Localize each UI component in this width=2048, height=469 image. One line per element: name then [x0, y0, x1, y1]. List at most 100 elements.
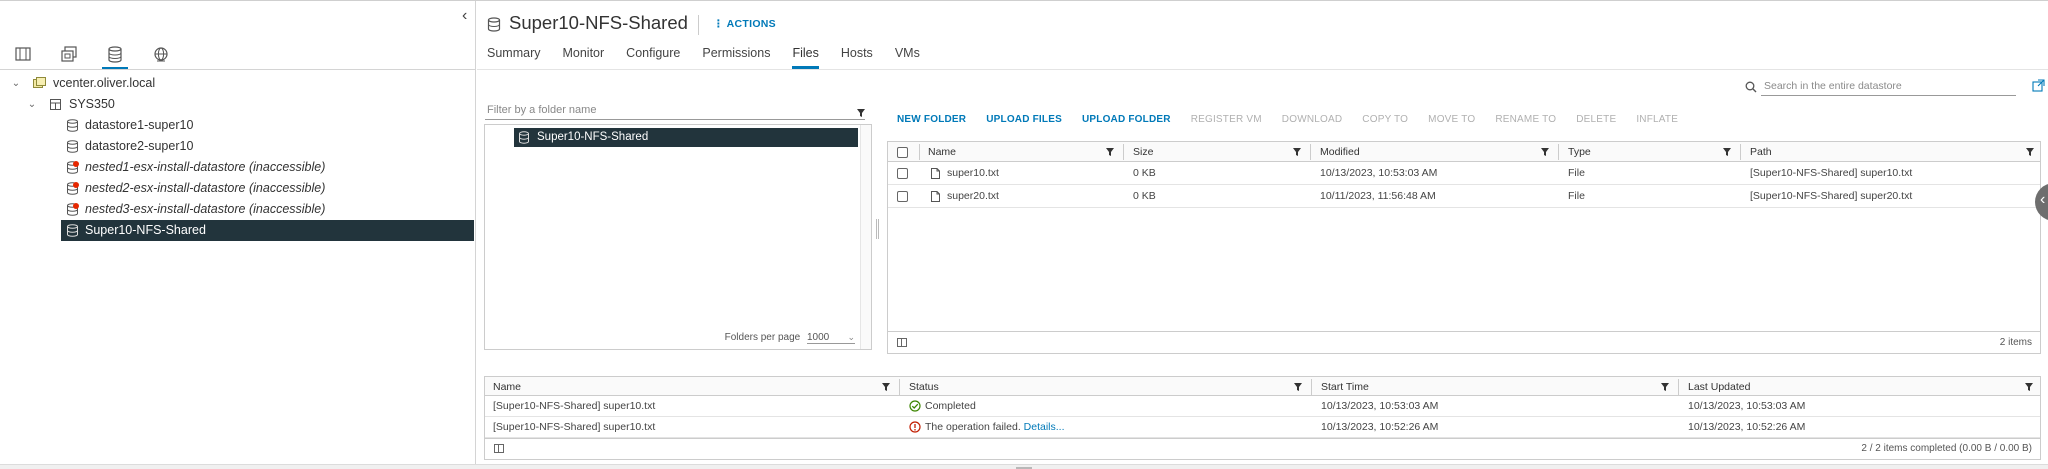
folders-per-page-select[interactable]: 1000: [807, 332, 855, 344]
folder-scrollbar[interactable]: [860, 125, 871, 349]
tree-node-datastore[interactable]: datastore1-super10: [0, 115, 476, 136]
actions-button[interactable]: ⋮ ACTIONS: [713, 18, 776, 30]
column-separator[interactable]: [919, 144, 920, 160]
storage-tab[interactable]: [92, 39, 138, 70]
tab-configure[interactable]: Configure: [626, 45, 680, 69]
column-separator[interactable]: [1311, 379, 1312, 395]
column-header-size[interactable]: Size: [1133, 142, 1153, 161]
tree-node-datastore-inaccessible[interactable]: nested2-esx-install-datastore (inaccessi…: [0, 178, 476, 199]
copy-to-button[interactable]: COPY TO: [1362, 114, 1408, 125]
tab-vms[interactable]: VMs: [895, 45, 920, 69]
chevron-down-icon[interactable]: ⌄: [26, 94, 38, 115]
tree-node-vcenter[interactable]: ⌄ vcenter.oliver.local: [0, 73, 476, 94]
table-row[interactable]: super10.txt 0 KB 10/13/2023, 10:53:03 AM…: [888, 162, 2040, 185]
column-header-type[interactable]: Type: [1568, 142, 1591, 161]
tree-node-datastore-selected[interactable]: Super10-NFS-Shared: [0, 220, 476, 241]
column-toggle-icon[interactable]: [494, 444, 504, 453]
task-last-updated: 10/13/2023, 10:53:03 AM: [1688, 400, 1806, 412]
success-check-icon: [909, 400, 921, 412]
rename-to-button[interactable]: RENAME TO: [1495, 114, 1556, 125]
column-toggle-icon[interactable]: [897, 338, 907, 347]
filter-icon[interactable]: [1293, 148, 1301, 156]
tasks-grid-footer: 2 / 2 items completed (0.00 B / 0.00 B): [485, 438, 2040, 459]
datastore-search: [1745, 77, 2035, 97]
tree-node-datastore[interactable]: datastore2-super10: [0, 136, 476, 157]
file-type: File: [1568, 190, 1585, 202]
error-icon: [909, 421, 921, 433]
main-content: Super10-NFS-Shared ⋮ ACTIONS Summary Mon…: [477, 1, 2048, 469]
filter-icon[interactable]: [1723, 148, 1731, 156]
tree-label: SYS350: [69, 97, 115, 111]
task-row[interactable]: [Super10-NFS-Shared] super10.txt Complet…: [485, 396, 2040, 417]
new-folder-button[interactable]: NEW FOLDER: [897, 114, 966, 125]
column-separator[interactable]: [1558, 144, 1559, 160]
column-separator[interactable]: [1310, 144, 1311, 160]
column-separator[interactable]: [1740, 144, 1741, 160]
vms-templates-tab[interactable]: [46, 39, 92, 69]
move-to-button[interactable]: MOVE TO: [1428, 114, 1475, 125]
tab-files[interactable]: Files: [792, 45, 820, 69]
datastore-icon: [519, 131, 529, 144]
row-checkbox[interactable]: [897, 168, 908, 179]
column-header-modified[interactable]: Modified: [1320, 142, 1360, 161]
details-link[interactable]: Details...: [1024, 421, 1065, 433]
filter-icon[interactable]: [882, 383, 890, 391]
row-checkbox[interactable]: [897, 191, 908, 202]
tree-node-datacenter[interactable]: ⌄ SYS350: [0, 94, 476, 115]
folder-filter-input[interactable]: [485, 101, 865, 120]
file-icon: [931, 191, 940, 202]
column-separator[interactable]: [899, 379, 900, 395]
column-header-start-time[interactable]: Start Time: [1321, 377, 1369, 395]
column-header-task-name[interactable]: Name: [493, 377, 521, 395]
column-header-path[interactable]: Path: [1750, 142, 1772, 161]
datastore-error-icon: [67, 203, 79, 216]
networking-tab[interactable]: [138, 39, 184, 69]
tab-monitor[interactable]: Monitor: [562, 45, 604, 69]
file-type: File: [1568, 167, 1585, 179]
column-separator[interactable]: [1123, 144, 1124, 160]
folder-node-selected[interactable]: Super10-NFS-Shared: [514, 128, 858, 147]
datastore-icon: [67, 140, 78, 153]
filter-icon[interactable]: [1106, 148, 1114, 156]
table-row[interactable]: super20.txt 0 KB 10/11/2023, 11:56:48 AM…: [888, 185, 2040, 208]
task-status: Completed: [925, 400, 976, 412]
panel-resize-handle[interactable]: [876, 219, 879, 239]
chevron-down-icon[interactable]: ⌄: [10, 73, 22, 94]
upload-folder-button[interactable]: UPLOAD FOLDER: [1082, 114, 1171, 125]
task-row[interactable]: [Super10-NFS-Shared] super10.txt The ope…: [485, 417, 2040, 438]
hosts-clusters-tab[interactable]: [0, 39, 46, 69]
folder-label: Super10-NFS-Shared: [537, 131, 649, 143]
filter-icon[interactable]: [2026, 148, 2034, 156]
task-start-time: 10/13/2023, 10:52:26 AM: [1321, 421, 1439, 433]
tab-hosts[interactable]: Hosts: [841, 45, 873, 69]
filter-icon[interactable]: [2025, 383, 2033, 391]
collapse-navigator-icon[interactable]: ‹: [462, 7, 467, 25]
column-separator[interactable]: [1678, 379, 1679, 395]
column-header-name[interactable]: Name: [928, 142, 956, 161]
inflate-button[interactable]: INFLATE: [1636, 114, 1678, 125]
tab-permissions[interactable]: Permissions: [702, 45, 770, 69]
upload-files-button[interactable]: UPLOAD FILES: [986, 114, 1062, 125]
tabs-divider: [477, 69, 2048, 70]
search-input[interactable]: [1761, 77, 2016, 96]
filter-icon[interactable]: [1294, 383, 1302, 391]
tree-node-datastore-inaccessible[interactable]: nested3-esx-install-datastore (inaccessi…: [0, 199, 476, 220]
object-tabs: Summary Monitor Configure Permissions Fi…: [487, 45, 942, 69]
task-start-time: 10/13/2023, 10:53:03 AM: [1321, 400, 1439, 412]
delete-button[interactable]: DELETE: [1576, 114, 1616, 125]
pop-out-icon[interactable]: [2032, 79, 2045, 92]
file-path: [Super10-NFS-Shared] super10.txt: [1750, 167, 1913, 179]
select-all-checkbox[interactable]: [897, 147, 908, 158]
filter-icon[interactable]: [1541, 148, 1549, 156]
filter-icon[interactable]: [857, 109, 865, 117]
tree-node-datastore-inaccessible[interactable]: nested1-esx-install-datastore (inaccessi…: [0, 157, 476, 178]
filter-icon[interactable]: [1661, 383, 1669, 391]
file-icon: [931, 168, 940, 179]
register-vm-button[interactable]: REGISTER VM: [1191, 114, 1262, 125]
inventory-view-tabs: [0, 39, 184, 70]
download-button[interactable]: DOWNLOAD: [1282, 114, 1343, 125]
tab-summary[interactable]: Summary: [487, 45, 540, 69]
column-header-last-updated[interactable]: Last Updated: [1688, 377, 1750, 395]
datastore-error-icon: [67, 161, 79, 174]
column-header-status[interactable]: Status: [909, 377, 939, 395]
